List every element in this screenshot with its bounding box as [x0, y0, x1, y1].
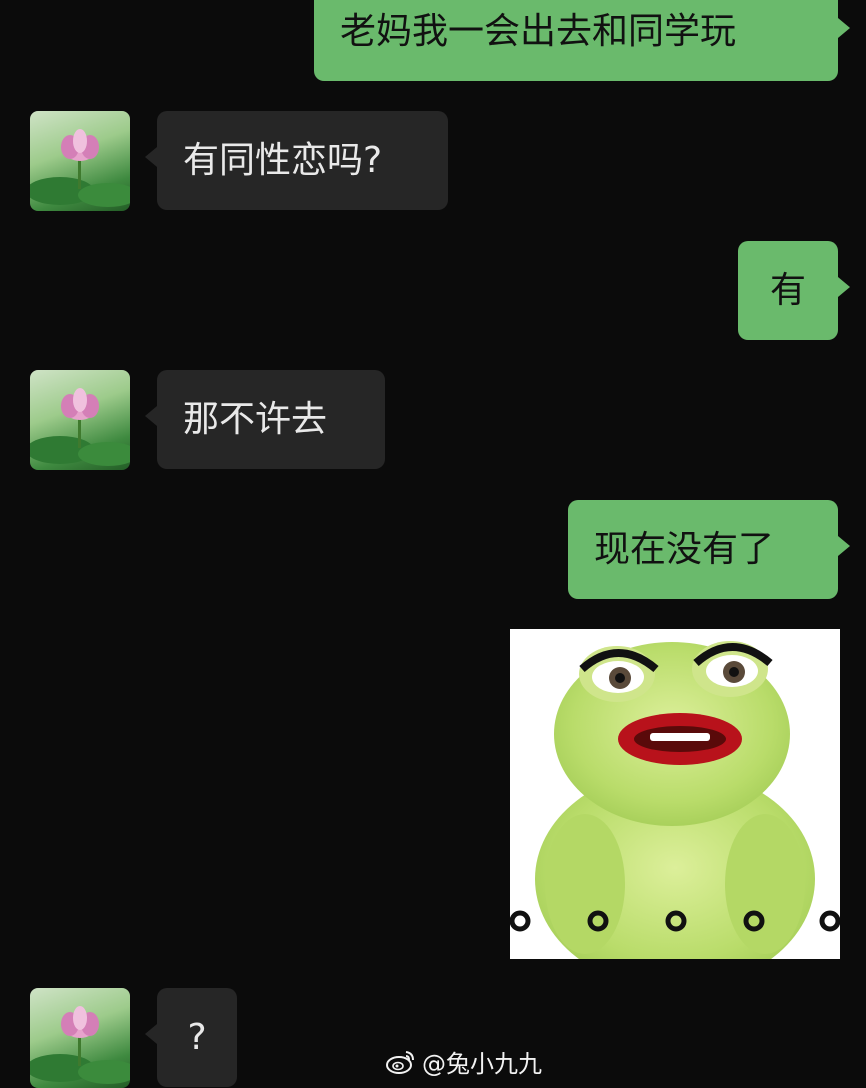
message-text: 有: [769, 269, 806, 311]
lotus-flower-avatar-icon: [30, 129, 130, 207]
message-bubble-received[interactable]: 有同性恋吗?: [145, 111, 448, 210]
message-bubble-received[interactable]: 那不许去: [145, 370, 385, 469]
lotus-flower-avatar-icon: [30, 388, 130, 466]
weibo-icon: [386, 1049, 416, 1075]
watermark: @兔小九九: [386, 1044, 542, 1079]
message-text: 现在没有了: [594, 528, 775, 570]
message-text: 老妈我一会出去和同学玩: [340, 10, 737, 52]
frog-sticker-icon: [510, 629, 840, 959]
message-bubble-sent[interactable]: 现在没有了: [568, 500, 850, 599]
message-text: 有同性恋吗?: [183, 139, 383, 181]
message-text: 那不许去: [183, 398, 328, 440]
frog-with-lipstick-sticker[interactable]: [510, 629, 840, 959]
message-bubble-sent[interactable]: 老妈我一会出去和同学玩: [314, 0, 850, 81]
message-text: ?: [187, 1016, 207, 1058]
message-bubble-received[interactable]: ?: [145, 988, 237, 1087]
message-bubble-sent[interactable]: 有: [738, 241, 850, 340]
chat-area: 老妈我一会出去和同学玩 有同性恋吗? 有 那不许去 现在没有了 ? @兔小九九: [0, 0, 866, 1088]
watermark-text: @兔小九九: [422, 1050, 542, 1078]
lotus-flower-avatar-icon: [30, 1006, 130, 1084]
avatar[interactable]: [30, 111, 130, 211]
avatar[interactable]: [30, 370, 130, 470]
avatar[interactable]: [30, 988, 130, 1088]
